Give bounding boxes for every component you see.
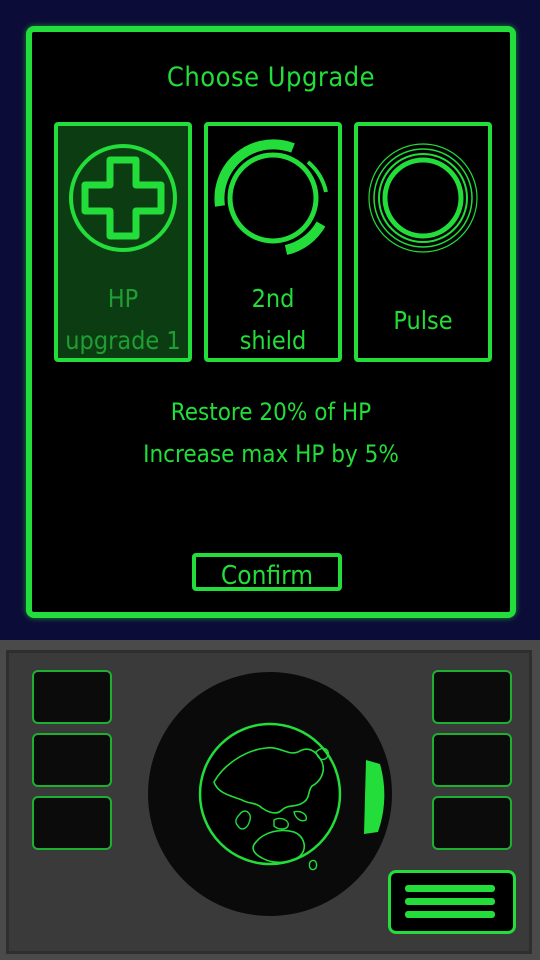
left-slot-1[interactable] xyxy=(32,670,112,724)
earth-globe-icon xyxy=(198,722,385,871)
left-slot-3[interactable] xyxy=(32,796,112,850)
option-label-line2: shield xyxy=(239,326,307,355)
dialog-title: Choose Upgrade xyxy=(166,62,376,93)
option-label-line1: HP xyxy=(107,284,139,313)
option-label-line1: 2nd xyxy=(251,284,295,313)
upgrade-description-line1: Restore 20% of HP xyxy=(170,398,372,426)
menu-button[interactable] xyxy=(388,870,516,934)
upgrade-option-pulse[interactable]: Pulse xyxy=(354,122,492,362)
left-slot-2[interactable] xyxy=(32,733,112,787)
confirm-button[interactable]: Confirm xyxy=(192,553,342,591)
option-label: Pulse xyxy=(393,306,453,335)
right-slot-2[interactable] xyxy=(432,733,512,787)
upgrade-description-line2: Increase max HP by 5% xyxy=(143,440,399,468)
radar-display xyxy=(148,672,392,916)
right-slot-1[interactable] xyxy=(432,670,512,724)
option-label-line2: upgrade 1 xyxy=(65,326,181,355)
upgrade-dialog: Choose Upgrade HP upgrade 1 2nd shield P… xyxy=(26,26,516,618)
right-slot-3[interactable] xyxy=(432,796,512,850)
upgrade-option-shield[interactable]: 2nd shield xyxy=(204,122,342,362)
upgrade-option-hp[interactable]: HP upgrade 1 xyxy=(54,122,192,362)
